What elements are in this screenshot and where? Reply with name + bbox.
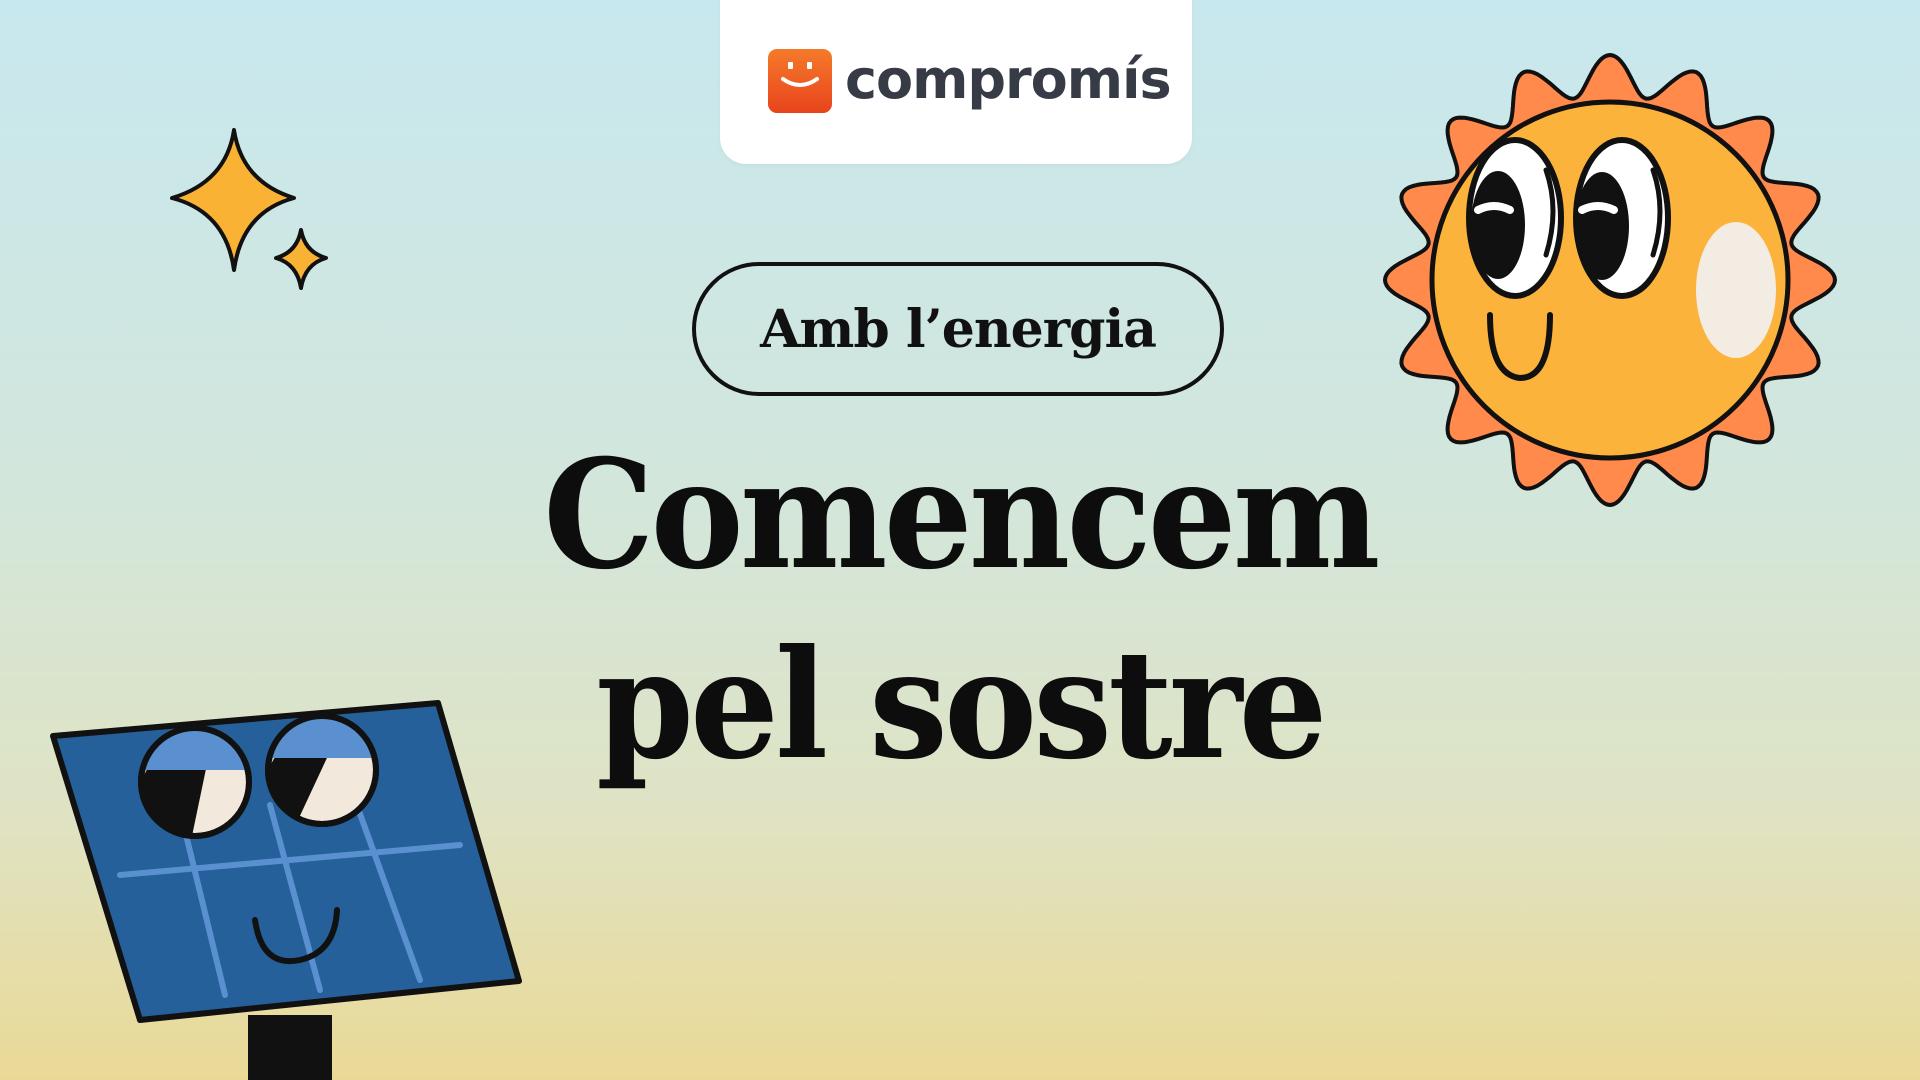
brand-name: compromís bbox=[845, 48, 1172, 111]
headline-line-2: pel sostre bbox=[596, 617, 1327, 793]
smile-icon bbox=[768, 49, 832, 113]
smiling-sun-icon bbox=[1383, 53, 1837, 507]
tagline-text: Amb l’energia bbox=[760, 298, 1157, 360]
headline-line-1: Comencem bbox=[543, 427, 1380, 603]
headline: Comencem pel sostre bbox=[476, 420, 1443, 800]
smiling-solar-panel-icon bbox=[50, 700, 522, 1080]
sparkle-icon bbox=[170, 128, 328, 290]
tagline-pill: Amb l’energia bbox=[692, 262, 1224, 396]
